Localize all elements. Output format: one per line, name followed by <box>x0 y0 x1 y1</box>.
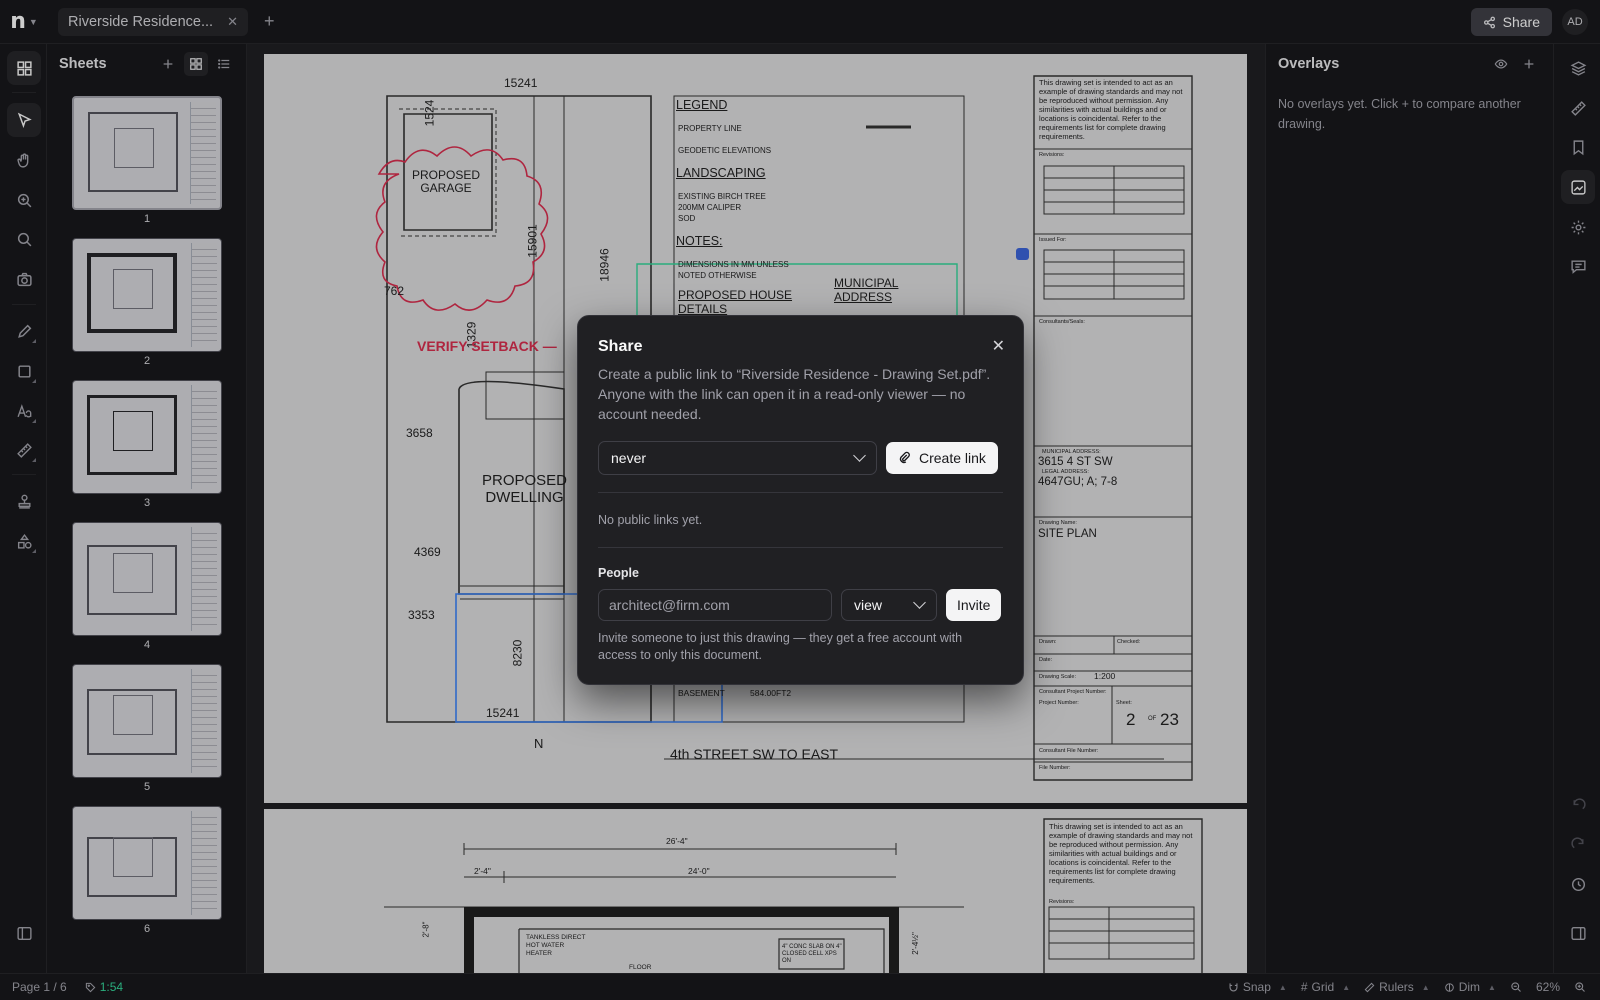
no-links-text: No public links yet. <box>598 513 703 527</box>
close-icon[interactable]: ✕ <box>992 336 1005 356</box>
link-expiry-select[interactable]: never <box>598 441 877 475</box>
role-select[interactable]: view <box>841 589 937 621</box>
people-label: People <box>598 566 639 580</box>
dialog-description: Create a public link to “Riverside Resid… <box>598 366 991 422</box>
link-icon <box>899 451 910 464</box>
dialog-title: Share <box>598 338 643 355</box>
email-field[interactable] <box>598 589 832 621</box>
chevron-down-icon <box>853 449 866 462</box>
create-link-label: Create link <box>919 450 986 466</box>
chevron-down-icon <box>913 596 926 609</box>
share-dialog: Share ✕ Create a public link to “Riversi… <box>577 315 1024 685</box>
role-value: view <box>854 597 883 613</box>
invite-help-text: Invite someone to just this drawing — th… <box>598 631 963 662</box>
link-expiry-value: never <box>611 450 647 466</box>
create-link-button[interactable]: Create link <box>886 442 998 474</box>
invite-label: Invite <box>957 597 991 613</box>
app-window: n ▼ Riverside Residence... ✕ + Share AD <box>0 0 1600 1000</box>
invite-button[interactable]: Invite <box>946 589 1002 621</box>
